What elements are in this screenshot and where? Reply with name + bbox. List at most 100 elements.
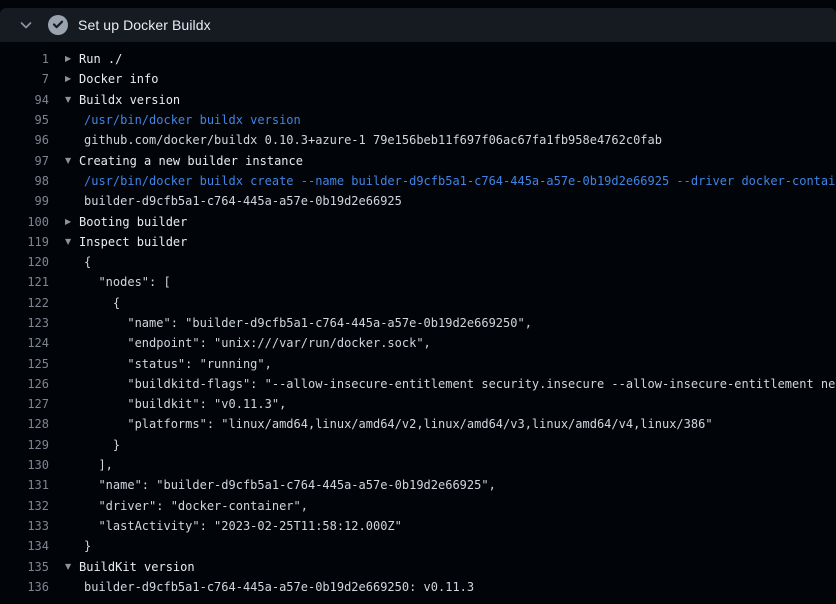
step-header[interactable]: Set up Docker Buildx (0, 8, 836, 42)
log-output-text: "lastActivity": "2023-02-25T11:58:12.000… (84, 519, 402, 533)
log-group-title: Booting builder (79, 215, 187, 229)
line-number[interactable]: 129 (0, 438, 49, 452)
log-line: 120 { (0, 252, 836, 272)
log-output-text: builder-d9cfb5a1-c764-445a-a57e-0b19d2e6… (84, 194, 402, 208)
log-line: 96 github.com/docker/buildx 0.10.3+azure-… (0, 130, 836, 150)
line-number[interactable]: 99 (0, 194, 49, 208)
collapse-arrow-icon[interactable]: ▼ (65, 238, 79, 246)
log-group-header[interactable]: ▶Docker info (65, 72, 158, 86)
log-line: 135 ▼BuildKit version (0, 556, 836, 576)
collapse-arrow-icon[interactable]: ▼ (65, 563, 79, 571)
line-number[interactable]: 126 (0, 377, 49, 391)
log-line: 123 "name": "builder-d9cfb5a1-c764-445a-… (0, 313, 836, 333)
log-output-text: } (84, 539, 91, 553)
line-number[interactable]: 95 (0, 113, 49, 127)
line-number[interactable]: 128 (0, 417, 49, 431)
log-command-text: /usr/bin/docker buildx version (84, 113, 301, 127)
line-number[interactable]: 100 (0, 215, 49, 229)
log-line: 1 ▶Run ./ (0, 49, 836, 69)
log-group-header[interactable]: ▼Buildx version (65, 93, 180, 107)
log-line: 95/usr/bin/docker buildx version (0, 110, 836, 130)
log-group-header[interactable]: ▼Inspect builder (65, 235, 187, 249)
log-group-title: Inspect builder (79, 235, 187, 249)
line-number[interactable]: 7 (0, 72, 49, 86)
line-number[interactable]: 98 (0, 174, 49, 188)
log-output-text: } (84, 438, 120, 452)
log-line: 7 ▶Docker info (0, 69, 836, 89)
expand-arrow-icon[interactable]: ▶ (65, 75, 79, 83)
log-line: 121 "nodes": [ (0, 272, 836, 292)
log-line: 94 ▼Buildx version (0, 90, 836, 110)
line-number[interactable]: 125 (0, 357, 49, 371)
log-output-text: "endpoint": "unix:///var/run/docker.sock… (84, 336, 431, 350)
line-number[interactable]: 136 (0, 580, 49, 594)
log-group-title: Buildx version (79, 93, 180, 107)
log-line: 124 "endpoint": "unix:///var/run/docker.… (0, 333, 836, 353)
log-line: 136 builder-d9cfb5a1-c764-445a-a57e-0b19d… (0, 577, 836, 597)
log-line: 129 } (0, 435, 836, 455)
log-group-header[interactable]: ▼Creating a new builder instance (65, 154, 303, 168)
log-line: 100 ▶Booting builder (0, 211, 836, 231)
log-group-title: Creating a new builder instance (79, 154, 303, 168)
check-circle-icon (48, 15, 68, 35)
log-output-text: { (84, 296, 120, 310)
log-line: 132 "driver": "docker-container", (0, 496, 836, 516)
log-output-text: ], (84, 458, 113, 472)
line-number[interactable]: 133 (0, 519, 49, 533)
line-number[interactable]: 124 (0, 336, 49, 350)
log-output-text: "name": "builder-d9cfb5a1-c764-445a-a57e… (84, 478, 496, 492)
log-output-text: "status": "running", (84, 357, 272, 371)
log-output-text: "buildkit": "v0.11.3", (84, 397, 286, 411)
log-line: 122 { (0, 293, 836, 313)
log-output-text: { (84, 255, 91, 269)
log-output-text: builder-d9cfb5a1-c764-445a-a57e-0b19d2e6… (84, 580, 474, 594)
collapse-arrow-icon[interactable]: ▼ (65, 96, 79, 104)
log-group-title: Docker info (79, 72, 158, 86)
line-number[interactable]: 122 (0, 296, 49, 310)
log-viewer: 1▶Run ./7▶Docker info94▼Buildx version95… (0, 49, 836, 597)
log-output-text: "nodes": [ (84, 275, 171, 289)
line-number[interactable]: 96 (0, 133, 49, 147)
log-line: 126 "buildkitd-flags": "--allow-insecure… (0, 374, 836, 394)
log-line: 97 ▼Creating a new builder instance (0, 150, 836, 170)
log-line: 99 builder-d9cfb5a1-c764-445a-a57e-0b19d2… (0, 191, 836, 211)
log-output-text: github.com/docker/buildx 0.10.3+azure-1 … (84, 133, 662, 147)
log-output-text: "name": "builder-d9cfb5a1-c764-445a-a57e… (84, 316, 532, 330)
log-group-header[interactable]: ▼BuildKit version (65, 560, 195, 574)
step-title: Set up Docker Buildx (78, 17, 211, 33)
line-number[interactable]: 1 (0, 52, 49, 66)
log-line: 119 ▼Inspect builder (0, 232, 836, 252)
log-group-header[interactable]: ▶Booting builder (65, 215, 187, 229)
line-number[interactable]: 94 (0, 93, 49, 107)
line-number[interactable]: 132 (0, 499, 49, 513)
expand-arrow-icon[interactable]: ▶ (65, 55, 79, 63)
line-number[interactable]: 119 (0, 235, 49, 249)
log-line: 133 "lastActivity": "2023-02-25T11:58:12… (0, 516, 836, 536)
line-number[interactable]: 130 (0, 458, 49, 472)
line-number[interactable]: 121 (0, 275, 49, 289)
log-group-header[interactable]: ▶Run ./ (65, 52, 122, 66)
log-output-text: "driver": "docker-container", (84, 499, 308, 513)
log-line: 134} (0, 536, 836, 556)
chevron-down-icon[interactable] (18, 17, 34, 33)
log-output-text: "buildkitd-flags": "--allow-insecure-ent… (84, 377, 836, 391)
line-number[interactable]: 123 (0, 316, 49, 330)
log-line: 125 "status": "running", (0, 353, 836, 373)
line-number[interactable]: 131 (0, 478, 49, 492)
line-number[interactable]: 134 (0, 539, 49, 553)
line-number[interactable]: 97 (0, 154, 49, 168)
log-output-text: "platforms": "linux/amd64,linux/amd64/v2… (84, 417, 713, 431)
log-group-title: Run ./ (79, 52, 122, 66)
log-line: 98/usr/bin/docker buildx create --name b… (0, 171, 836, 191)
log-line: 128 "platforms": "linux/amd64,linux/amd6… (0, 414, 836, 434)
log-line: 130 ], (0, 455, 836, 475)
line-number[interactable]: 135 (0, 560, 49, 574)
log-command-text: /usr/bin/docker buildx create --name bui… (84, 174, 836, 188)
log-line: 131 "name": "builder-d9cfb5a1-c764-445a-… (0, 475, 836, 495)
log-line: 127 "buildkit": "v0.11.3", (0, 394, 836, 414)
collapse-arrow-icon[interactable]: ▼ (65, 157, 79, 165)
line-number[interactable]: 120 (0, 255, 49, 269)
log-group-title: BuildKit version (79, 560, 195, 574)
line-number[interactable]: 127 (0, 397, 49, 411)
expand-arrow-icon[interactable]: ▶ (65, 218, 79, 226)
